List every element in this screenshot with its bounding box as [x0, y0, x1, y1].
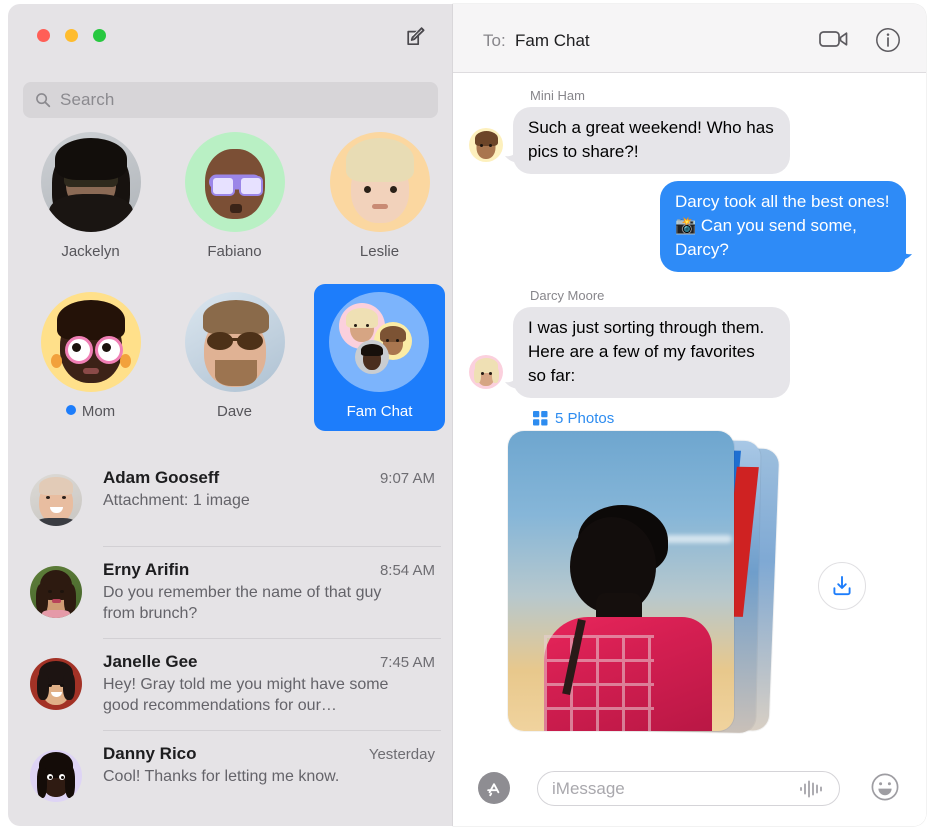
photos-count-label: 5 Photos	[555, 410, 615, 427]
avatar	[184, 132, 285, 232]
info-icon	[876, 28, 900, 52]
conversation-pane: To: Fam Chat Mini Ham Such a great weeke…	[453, 4, 926, 826]
compose-icon	[407, 27, 425, 46]
conversation-row-erny-arifin[interactable]: Erny Arifin 8:54 AM Do you remember the …	[8, 546, 453, 638]
details-button[interactable]	[875, 27, 901, 53]
list-divider	[103, 638, 441, 639]
facetime-button[interactable]	[818, 26, 850, 52]
conversation-list: Adam Gooseff 9:07 AM Attachment: 1 image	[8, 454, 453, 826]
avatar	[30, 658, 82, 710]
message-input[interactable]: iMessage	[537, 771, 840, 806]
pinned-name: Fabiano	[207, 243, 262, 260]
group-avatar	[329, 292, 429, 392]
compose-message-button[interactable]	[401, 22, 431, 52]
pinned-fabiano[interactable]: Fabiano	[169, 132, 300, 260]
conversation-time: Yesterday	[368, 746, 435, 763]
pinned-conversations: Jackelyn Fabiano Leslie Mom Dave Fam Cha…	[8, 132, 453, 452]
avatar	[30, 750, 82, 802]
conversation-row-adam-gooseff[interactable]: Adam Gooseff 9:07 AM Attachment: 1 image	[8, 454, 453, 546]
message-sender-name: Darcy Moore	[530, 288, 605, 303]
message-avatar	[469, 128, 503, 162]
bubble-tail-icon	[896, 245, 912, 261]
pinned-name: Mom	[81, 403, 116, 420]
conversation-content: Adam Gooseff 9:07 AM Attachment: 1 image	[103, 468, 435, 511]
message-thread: Mini Ham Such a great weekend! Who has p…	[453, 73, 926, 756]
conversation-time: 9:07 AM	[379, 470, 435, 487]
pinned-label: Mom	[25, 403, 156, 420]
avatar	[329, 132, 430, 232]
photo-card-front	[508, 431, 734, 731]
to-label: To:	[483, 31, 506, 50]
conversation-content: Danny Rico Yesterday Cool! Thanks for le…	[103, 744, 435, 787]
pinned-label: Fabiano	[169, 243, 300, 260]
pinned-dave[interactable]: Dave	[169, 292, 300, 420]
message-bubble-incoming[interactable]: I was just sorting through them. Here ar…	[513, 307, 790, 398]
message-sender-name: Mini Ham	[530, 88, 585, 103]
message-input-bar: iMessage	[453, 756, 926, 826]
apps-button[interactable]	[478, 772, 510, 804]
messages-window: Search Jackelyn Fabiano Leslie Mom Dave …	[0, 0, 934, 830]
app-store-icon	[487, 783, 500, 797]
pinned-name: Jackelyn	[61, 243, 120, 260]
conversation-preview: Hey! Gray told me you might have some go…	[103, 676, 389, 714]
search-input[interactable]: Search	[23, 82, 438, 118]
smiley-icon	[871, 773, 899, 801]
avatar	[40, 132, 141, 232]
pinned-label: Dave	[169, 403, 300, 420]
zoom-button[interactable]	[93, 29, 106, 42]
conversation-row-janelle-gee[interactable]: Janelle Gee 7:45 AM Hey! Gray told me yo…	[8, 638, 453, 730]
conversation-content: Janelle Gee 7:45 AM Hey! Gray told me yo…	[103, 652, 435, 716]
sidebar: Search Jackelyn Fabiano Leslie Mom Dave …	[8, 4, 453, 826]
avatar	[30, 474, 82, 526]
download-icon	[833, 576, 851, 596]
pinned-jackelyn[interactable]: Jackelyn	[25, 132, 156, 260]
conversation-content: Erny Arifin 8:54 AM Do you remember the …	[103, 560, 435, 624]
search-placeholder: Search	[60, 90, 115, 109]
search-icon	[35, 92, 51, 108]
avatar	[30, 566, 82, 618]
pinned-mom[interactable]: Mom	[25, 292, 156, 420]
pinned-fam-chat[interactable]: Fam Chat	[314, 284, 445, 431]
video-camera-icon	[819, 31, 848, 47]
conversation-preview: Cool! Thanks for letting me know.	[103, 768, 340, 785]
conversation-name: Danny Rico	[103, 744, 197, 763]
conversation-name: Adam Gooseff	[103, 468, 220, 487]
conversation-time: 8:54 AM	[379, 562, 435, 579]
photos-attachment-label[interactable]: 5 Photos	[533, 410, 614, 427]
recipient-name[interactable]: Fam Chat	[515, 31, 590, 51]
unread-indicator-icon	[65, 405, 76, 415]
message-bubble-outgoing[interactable]: Darcy took all the best ones! 📸 Can you …	[660, 181, 906, 272]
conversation-name: Erny Arifin	[103, 560, 190, 579]
avatar	[184, 292, 285, 392]
conversation-time: 7:45 AM	[379, 654, 435, 671]
emoji-button[interactable]	[870, 772, 902, 804]
minimize-button[interactable]	[65, 29, 78, 42]
record-audio-button[interactable]	[799, 779, 825, 799]
bubble-tail-icon	[505, 147, 521, 163]
conversation-row-danny-rico[interactable]: Danny Rico Yesterday Cool! Thanks for le…	[8, 730, 453, 822]
pinned-label: Jackelyn	[25, 243, 156, 260]
conversation-preview: Do you remember the name of that guy fro…	[103, 584, 382, 622]
pinned-name: Dave	[216, 403, 253, 420]
list-divider	[103, 546, 441, 547]
grid-icon	[533, 411, 548, 426]
list-divider	[103, 730, 441, 731]
titlebar	[8, 4, 453, 72]
waveform-icon	[800, 780, 822, 797]
pinned-name: Leslie	[359, 243, 400, 260]
conversation-preview: Attachment: 1 image	[103, 492, 250, 509]
bubble-tail-icon	[505, 373, 521, 389]
pinned-name: Fam Chat	[346, 403, 413, 420]
pinned-leslie[interactable]: Leslie	[314, 132, 445, 260]
message-bubble-incoming[interactable]: Such a great weekend! Who has pics to sh…	[513, 107, 790, 174]
close-button[interactable]	[37, 29, 50, 42]
message-placeholder: iMessage	[552, 778, 625, 798]
avatar	[40, 292, 141, 392]
pinned-label: Leslie	[314, 243, 445, 260]
conversation-header: To: Fam Chat	[453, 4, 926, 73]
conversation-name: Janelle Gee	[103, 652, 198, 671]
message-avatar	[469, 355, 503, 389]
download-attachment-button[interactable]	[818, 562, 866, 610]
photo-stack[interactable]	[508, 431, 798, 741]
